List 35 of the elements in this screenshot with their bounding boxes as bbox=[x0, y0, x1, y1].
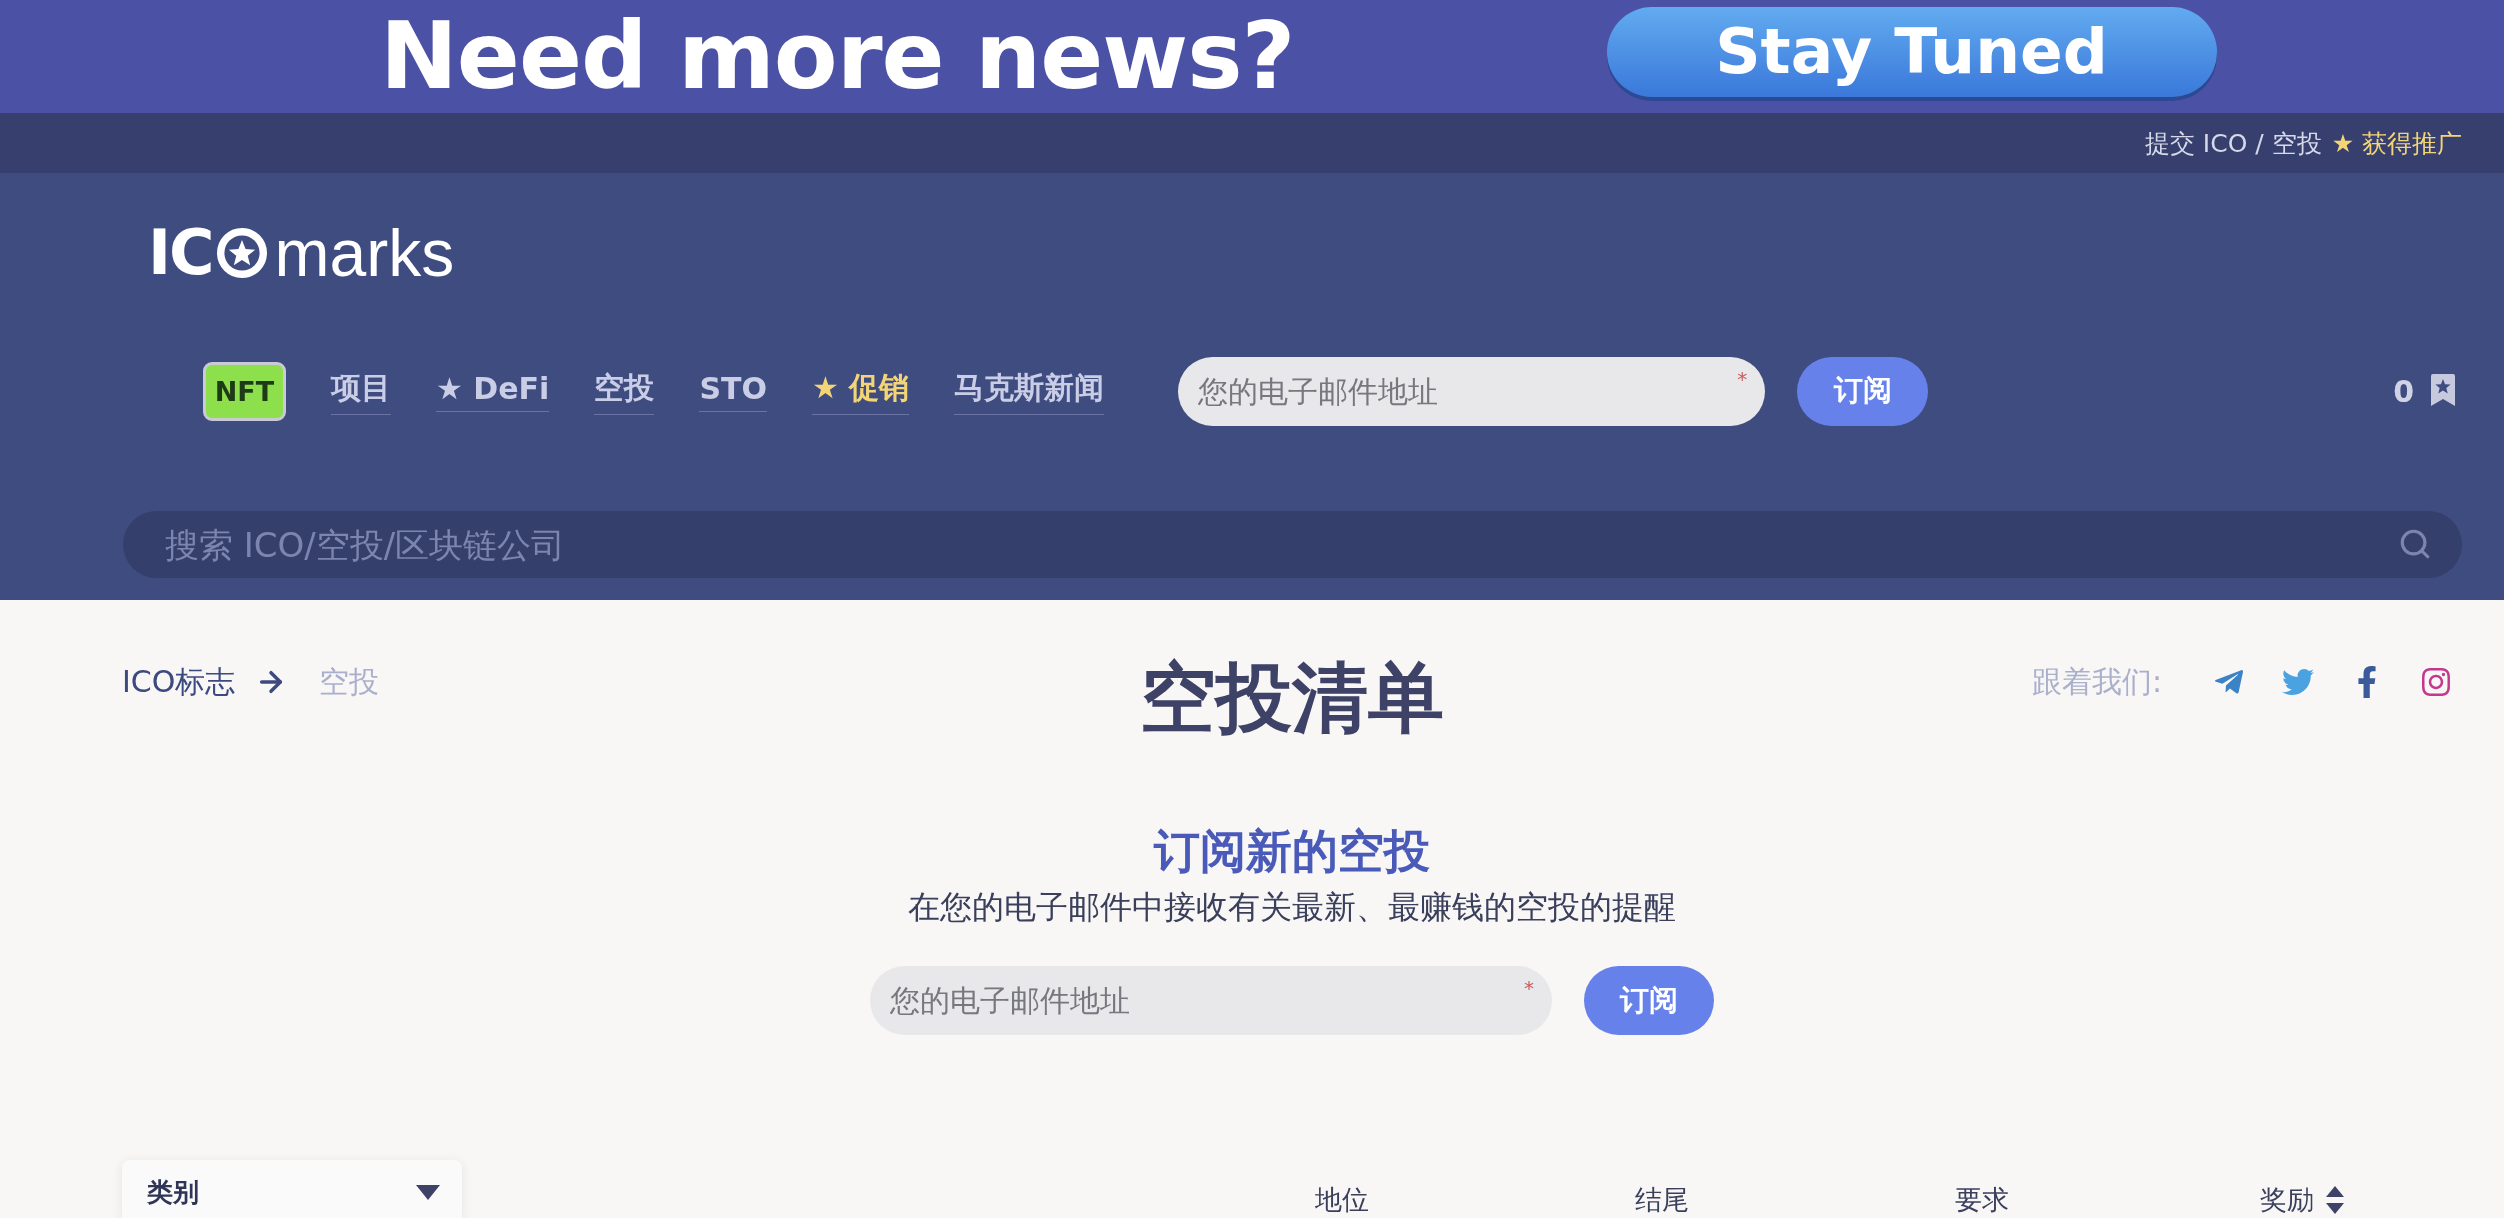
nav-link[interactable]: 空投 bbox=[594, 367, 655, 415]
subscribe-heading: 订阅新的空投 bbox=[1154, 823, 1430, 879]
search-field[interactable]: 搜索 ICO/空投/区块链公司 bbox=[123, 511, 2462, 578]
category-dropdown[interactable]: 类别 bbox=[122, 1160, 462, 1218]
nav-link[interactable]: STO bbox=[699, 370, 767, 412]
search-icon[interactable] bbox=[2398, 527, 2432, 561]
sort-icon[interactable] bbox=[2326, 1186, 2344, 1214]
star-circle-icon[interactable] bbox=[216, 228, 267, 278]
logo-letters[interactable]: IC bbox=[148, 222, 213, 284]
favorites-count: 0 bbox=[2393, 373, 2414, 409]
instagram-icon[interactable] bbox=[2420, 666, 2452, 698]
promotion-link[interactable]: ★ 获得推广 bbox=[2331, 126, 2462, 160]
caret-down-icon bbox=[416, 1184, 440, 1200]
promo-nav-link[interactable]: ★ 促销 bbox=[811, 367, 910, 415]
column-header[interactable]: 奖励 bbox=[2260, 1182, 2314, 1218]
subscribe-button[interactable]: 订阅 bbox=[1584, 966, 1714, 1035]
subscribe-description: 在您的电子邮件中接收有关最新、最赚钱的空投的提醒 bbox=[908, 887, 1676, 927]
page-title: 空投清单 bbox=[1140, 652, 1444, 743]
column-header: 要求 bbox=[1955, 1183, 2009, 1217]
banner-headline: Need more news? bbox=[380, 10, 1295, 103]
breadcrumb-link[interactable]: ICO标志 bbox=[122, 661, 236, 703]
nft-badge[interactable]: NFT bbox=[203, 361, 286, 421]
twitter-icon[interactable] bbox=[2282, 666, 2314, 698]
bookmark-star-icon[interactable] bbox=[2430, 374, 2456, 408]
column-header: 结尾 bbox=[1635, 1183, 1689, 1217]
logo-word[interactable]: marks bbox=[274, 220, 455, 286]
subscribe-button[interactable]: 订阅 bbox=[1797, 356, 1929, 426]
nav-link[interactable]: ★ DeFi bbox=[436, 370, 550, 412]
column-header: 地位 bbox=[1315, 1183, 1369, 1217]
submit-link[interactable]: 提交 ICO / 空投 bbox=[2144, 126, 2322, 160]
follow-us-label: 跟着我们: bbox=[2031, 662, 2162, 701]
required-asterisk: * bbox=[1524, 978, 1534, 998]
nav-link[interactable]: 马克斯新闻 bbox=[954, 367, 1105, 415]
required-asterisk: * bbox=[1737, 368, 1748, 389]
nav-link[interactable]: 项目 bbox=[331, 367, 391, 415]
